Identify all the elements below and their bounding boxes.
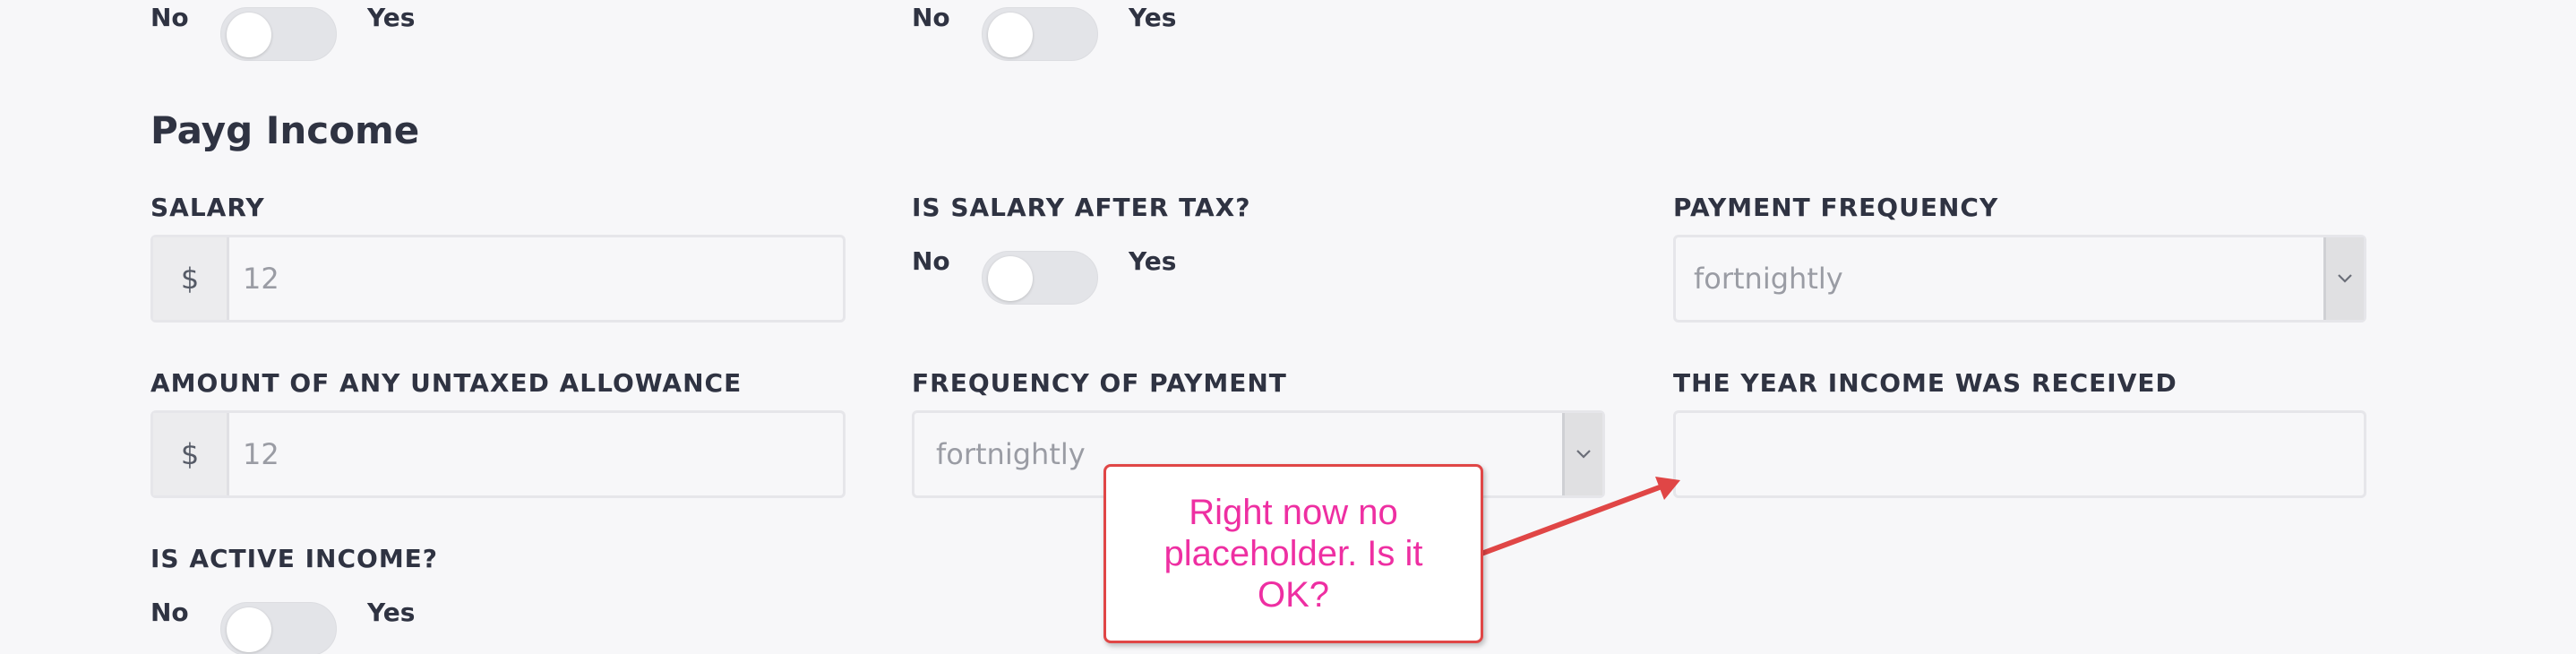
toggle-yes-label: Yes [367, 3, 416, 32]
toggle-knob [227, 607, 271, 652]
toggle-yes-label: Yes [1129, 3, 1177, 32]
year-income-received-input[interactable] [1673, 410, 2366, 498]
salary-value: 12 [243, 262, 279, 296]
active-income-toggle[interactable] [220, 602, 337, 654]
payment-frequency-value: fortnightly [1694, 262, 1843, 296]
top-toggle-2[interactable] [982, 7, 1098, 61]
salary-after-tax-label: IS SALARY AFTER TAX? [912, 193, 1251, 222]
toggle-yes-label: Yes [1129, 246, 1177, 276]
active-income-label: IS ACTIVE INCOME? [150, 544, 439, 573]
top-toggle-1[interactable] [220, 7, 337, 61]
section-title: Payg Income [150, 108, 420, 152]
toggle-yes-label: Yes [367, 598, 416, 627]
chevron-down-icon[interactable] [2323, 237, 2364, 320]
frequency-of-payment-value: fortnightly [936, 437, 1086, 471]
arrow-icon [1479, 477, 1680, 556]
payment-frequency-select[interactable]: fortnightly [1673, 235, 2366, 323]
payment-frequency-label: PAYMENT FREQUENCY [1673, 193, 1999, 222]
toggle-no-label: No [912, 246, 950, 276]
currency-prefix: $ [153, 413, 229, 495]
toggle-knob [227, 13, 271, 57]
year-income-received-label: THE YEAR INCOME WAS RECEIVED [1673, 368, 2177, 398]
toggle-knob [988, 13, 1033, 57]
toggle-no-label: No [912, 3, 950, 32]
currency-prefix: $ [153, 237, 229, 320]
salary-after-tax-toggle[interactable] [982, 251, 1098, 305]
untaxed-allowance-label: AMOUNT OF ANY UNTAXED ALLOWANCE [150, 368, 743, 398]
frequency-of-payment-label: FREQUENCY OF PAYMENT [912, 368, 1287, 398]
toggle-no-label: No [150, 3, 189, 32]
untaxed-allowance-input[interactable]: $ 12 [150, 410, 846, 498]
payg-income-form: No Yes No Yes Payg Income SALARY $ 12 IS… [0, 0, 2576, 654]
salary-input[interactable]: $ 12 [150, 235, 846, 323]
toggle-no-label: No [150, 598, 189, 627]
annotation-callout: Right now no placeholder. Is it OK? [1103, 464, 1483, 643]
untaxed-allowance-value: 12 [243, 437, 279, 471]
toggle-knob [988, 256, 1033, 301]
salary-label: SALARY [150, 193, 265, 222]
